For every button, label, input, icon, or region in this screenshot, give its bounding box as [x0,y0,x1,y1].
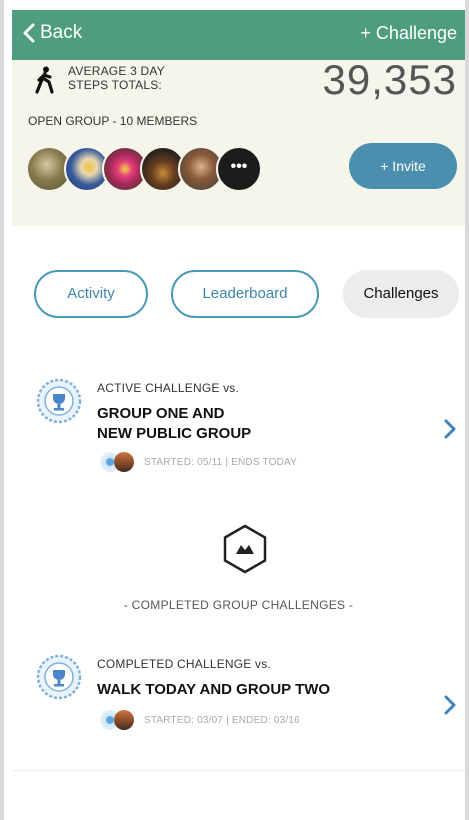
nav-bar: Back + Challenge [12,10,465,60]
group-header: AVERAGE 3 DAY STEPS TOTALS: 39,353 OPEN … [12,56,465,226]
challenge-meta: STARTED: 05/11 | ENDS TODAY [100,450,297,474]
tab-bar: Activity Leaderboard Challenges [12,270,465,318]
divider [12,770,465,771]
tab-activity[interactable]: Activity [34,270,148,318]
avatar [114,452,134,472]
challenge-type: ACTIVE CHALLENGE vs. [97,381,240,395]
more-members-button[interactable]: ••• [216,146,262,192]
challenge-meta: STARTED: 03/07 | ENDED: 03/16 [100,708,300,732]
challenge-title: GROUP ONE AND NEW PUBLIC GROUP [97,404,251,444]
average-steps-label-line2: STEPS TOTALS: [68,78,162,92]
walking-person-icon [35,66,54,94]
challenge-title-line1: GROUP ONE AND [97,405,225,422]
chevron-right-icon[interactable] [443,418,457,440]
avatar [114,710,134,730]
steps-total-value: 39,353 [322,56,457,103]
back-button[interactable]: Back [22,22,82,44]
chevron-left-icon [23,23,35,43]
add-challenge-button[interactable]: + Challenge [360,23,457,44]
completed-challenge-item[interactable]: COMPLETED CHALLENGE vs. WALK TODAY AND G… [12,654,465,750]
challenge-title-line2: NEW PUBLIC GROUP [97,425,252,442]
app-frame: Back + Challenge AVERAGE 3 DAY STEPS TOT… [0,0,469,820]
tab-leaderboard[interactable]: Leaderboard [171,270,319,318]
invite-button[interactable]: + Invite [349,143,457,189]
challenge-dates: STARTED: 05/11 | ENDS TODAY [144,456,298,468]
completed-challenges-header: - COMPLETED GROUP CHALLENGES - [123,598,354,612]
average-steps-label: AVERAGE 3 DAY STEPS TOTALS: [68,64,165,92]
active-challenge-item[interactable]: ACTIVE CHALLENGE vs. GROUP ONE AND NEW P… [12,378,465,474]
back-label: Back [40,22,83,43]
challenge-dates: STARTED: 03/07 | ENDED: 03/16 [144,714,300,726]
challenge-type: COMPLETED CHALLENGE vs. [97,657,271,671]
challenge-title: WALK TODAY AND GROUP TWO [97,681,331,698]
trophy-badge-icon [36,654,82,700]
tab-challenges[interactable]: Challenges [343,270,459,318]
group-info: OPEN GROUP - 10 MEMBERS [28,114,198,128]
trophy-badge-icon [36,378,82,424]
chevron-right-icon[interactable] [443,694,457,716]
average-steps-label-line1: AVERAGE 3 DAY [68,64,165,78]
flags-hexagon-icon [223,524,267,574]
